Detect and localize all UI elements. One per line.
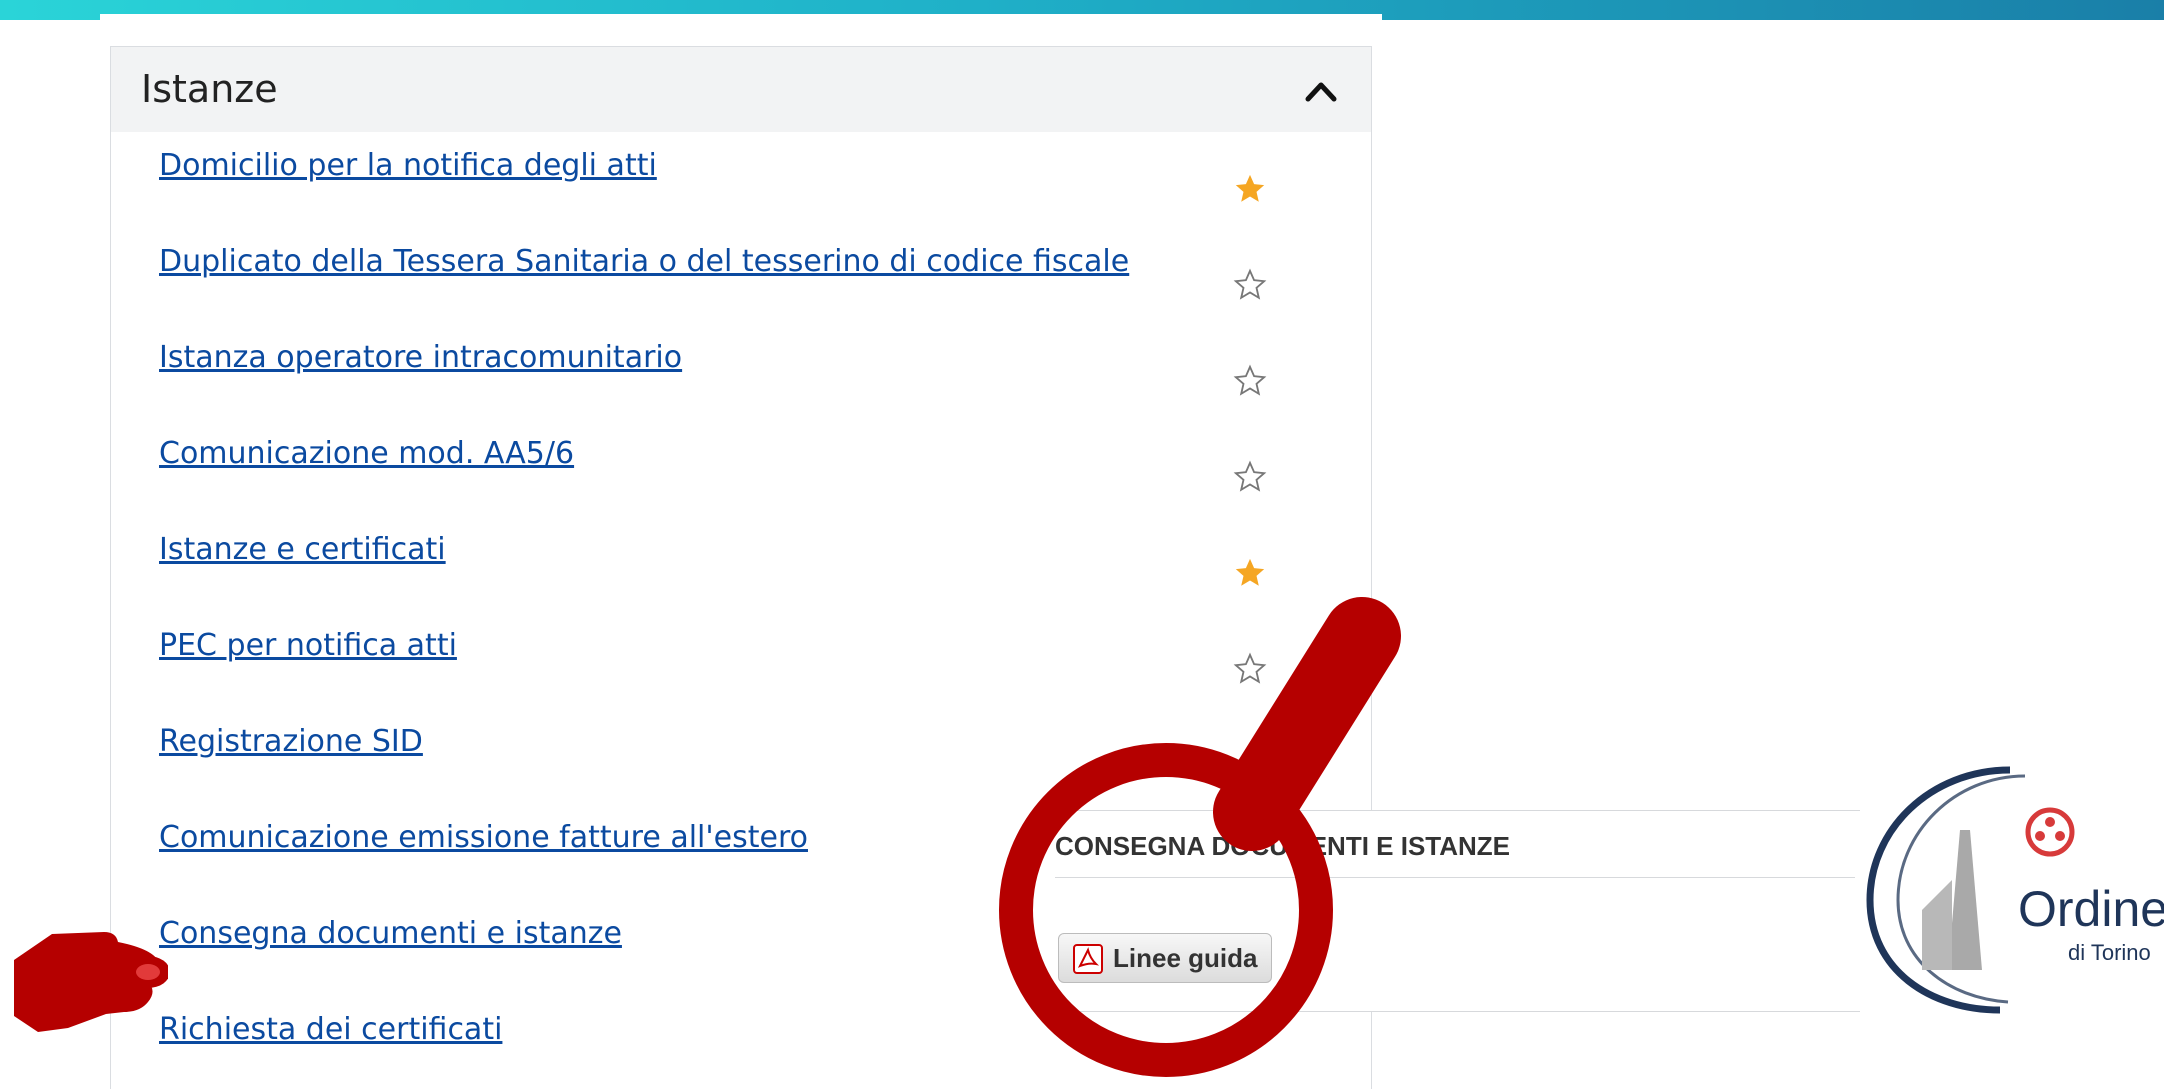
list-item: Comunicazione mod. AA5/6 bbox=[111, 420, 1371, 516]
item-link-istanze-certificati[interactable]: Istanze e certificati bbox=[159, 532, 446, 567]
star-filled-icon[interactable] bbox=[1233, 172, 1267, 206]
item-link-pec-notifica[interactable]: PEC per notifica atti bbox=[159, 628, 457, 663]
popup-title: CONSEGNA DOCUMENTI E ISTANZE bbox=[1055, 831, 1511, 861]
panel-title: Istanze bbox=[141, 67, 278, 111]
item-link-fatture-estero[interactable]: Comunicazione emissione fatture all'este… bbox=[159, 820, 808, 855]
pointing-hand-icon bbox=[14, 932, 168, 1032]
list-item: Istanza operatore intracomunitario bbox=[111, 324, 1371, 420]
popup-divider bbox=[1055, 877, 1855, 878]
panel-header[interactable]: Istanze bbox=[111, 47, 1371, 132]
linee-guida-label: Linee guida bbox=[1113, 943, 1258, 973]
star-filled-icon[interactable] bbox=[1233, 556, 1267, 590]
linee-guida-button[interactable]: Linee guida bbox=[1058, 933, 1273, 983]
item-link-mod-aa5-6[interactable]: Comunicazione mod. AA5/6 bbox=[159, 436, 574, 471]
pdf-icon bbox=[1073, 944, 1103, 974]
item-link-domicilio[interactable]: Domicilio per la notifica degli atti bbox=[159, 148, 657, 183]
item-link-operatore-intracomunitario[interactable]: Istanza operatore intracomunitario bbox=[159, 340, 682, 375]
star-outline-icon[interactable] bbox=[1233, 268, 1267, 302]
item-link-duplicato-tessera[interactable]: Duplicato della Tessera Sanitaria o del … bbox=[159, 244, 1129, 279]
list-item: PEC per notifica atti bbox=[111, 612, 1371, 708]
list-item: Domicilio per la notifica degli atti bbox=[111, 132, 1371, 228]
item-link-richiesta-certificati[interactable]: Richiesta dei certificati bbox=[159, 1012, 502, 1047]
top-white-strip bbox=[100, 14, 1382, 26]
list-item: Duplicato della Tessera Sanitaria o del … bbox=[111, 228, 1371, 324]
star-outline-icon[interactable] bbox=[1233, 364, 1267, 398]
star-outline-icon[interactable] bbox=[1233, 460, 1267, 494]
list-item: Istanze e certificati bbox=[111, 516, 1371, 612]
star-outline-icon[interactable] bbox=[1233, 652, 1267, 686]
item-link-consegna-documenti[interactable]: Consegna documenti e istanze bbox=[159, 916, 622, 951]
logo-text-main: Ordine bbox=[2018, 881, 2164, 937]
logo-text-sub: di Torino bbox=[2068, 940, 2151, 965]
consegna-documenti-popup: CONSEGNA DOCUMENTI E ISTANZE Linee guida bbox=[1040, 810, 1860, 1012]
chevron-up-icon[interactable] bbox=[1303, 73, 1339, 109]
item-link-registrazione-sid[interactable]: Registrazione SID bbox=[159, 724, 423, 759]
list-item: Registrazione SID bbox=[111, 708, 1371, 804]
